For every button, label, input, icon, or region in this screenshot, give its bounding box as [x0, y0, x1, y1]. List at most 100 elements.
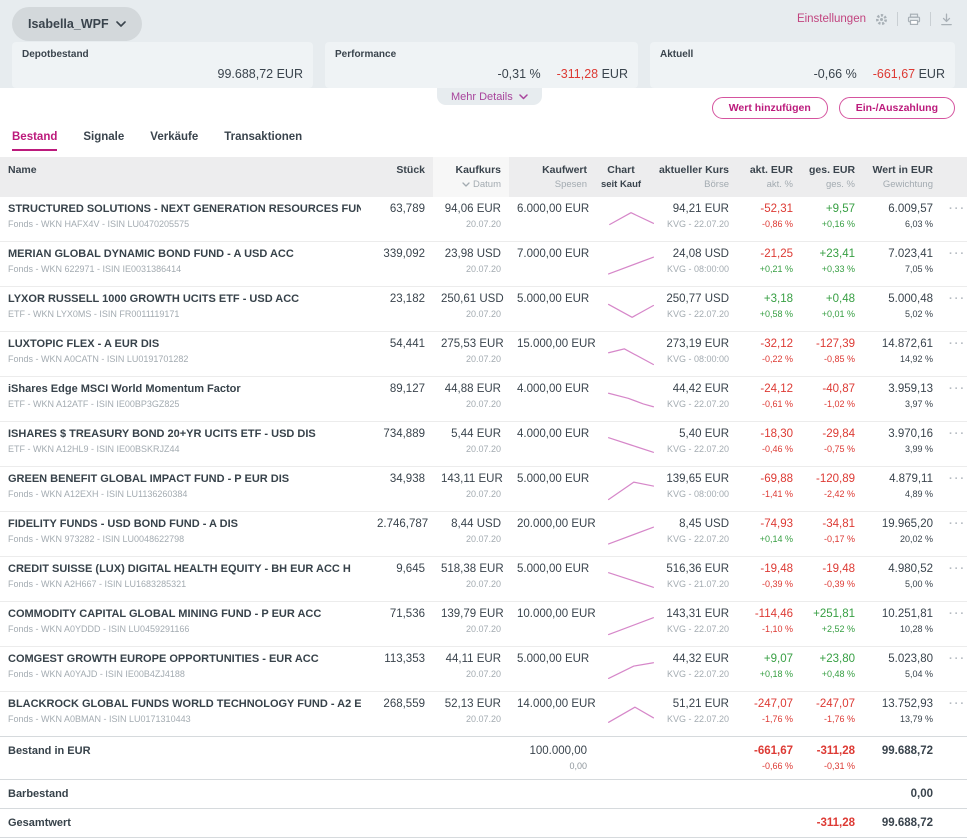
fund-name: COMMODITY CAPITAL GLOBAL MINING FUND - P… — [8, 608, 361, 620]
printer-icon[interactable] — [907, 13, 921, 26]
stueck-value: 34,938 — [377, 473, 425, 485]
gear-icon[interactable] — [875, 13, 888, 26]
fund-details: ETF - WKN A12HL9 - ISIN IE00BSKRJZ44 — [8, 444, 361, 454]
aktueller-kurs-value: 273,19 EUR — [655, 338, 729, 350]
tab-verkaeufe[interactable]: Verkäufe — [150, 131, 198, 151]
ges-eur-value: -247,07 — [809, 698, 855, 710]
ges-eur-value: +9,57 — [809, 203, 855, 215]
ges-eur-value: -40,87 — [809, 383, 855, 395]
boerse-info: KVG - 22.07.20 — [655, 219, 729, 229]
table-row[interactable]: STRUCTURED SOLUTIONS - NEXT GENERATION R… — [0, 197, 967, 242]
kaufkurs-value: 143,11 EUR — [441, 473, 501, 485]
kaufkurs-value: 44,88 EUR — [441, 383, 501, 395]
kaufkurs-value: 52,13 EUR — [441, 698, 501, 710]
tab-transaktionen[interactable]: Transaktionen — [224, 131, 302, 151]
gewichtung-value: 10,28 % — [871, 624, 933, 634]
row-menu-button[interactable]: ··· — [949, 653, 959, 665]
footer-akt-eur: -661,67 — [745, 745, 793, 757]
gewichtung-value: 14,92 % — [871, 354, 933, 364]
col-wert-in-eur[interactable]: Wert in EURGewichtung — [863, 157, 941, 197]
kaufwert-value: 5.000,00 EUR — [517, 293, 587, 305]
table-row[interactable]: GREEN BENEFIT GLOBAL IMPACT FUND - P EUR… — [0, 467, 967, 512]
row-menu-button[interactable]: ··· — [949, 293, 959, 305]
fund-name: MERIAN GLOBAL DYNAMIC BOND FUND - A USD … — [8, 248, 361, 260]
ges-eur-value: -120,89 — [809, 473, 855, 485]
table-header: Name Stück Kaufkurs Datum KaufwertSpesen… — [0, 157, 967, 197]
ges-pct-value: -1,76 % — [809, 714, 855, 724]
boerse-info: KVG - 08:00:00 — [655, 489, 729, 499]
ges-pct-value: +0,48 % — [809, 669, 855, 679]
stueck-value: 113,353 — [377, 653, 425, 665]
table-row[interactable]: LYXOR RUSSELL 1000 GROWTH UCITS ETF - US… — [0, 287, 967, 332]
fund-details: Fonds - WKN A12EXH - ISIN LU1136260384 — [8, 489, 361, 499]
settings-label[interactable]: Einstellungen — [797, 13, 866, 25]
ges-eur-value: +251,81 — [809, 608, 855, 620]
col-kaufwert[interactable]: KaufwertSpesen — [509, 157, 595, 197]
row-menu-button[interactable]: ··· — [949, 248, 959, 260]
ges-pct-value: -0,39 % — [809, 579, 855, 589]
akt-eur-value: -114,46 — [745, 608, 793, 620]
kaufkurs-value: 518,38 EUR — [441, 563, 501, 575]
table-row[interactable]: COMMODITY CAPITAL GLOBAL MINING FUND - P… — [0, 602, 967, 647]
tab-signale[interactable]: Signale — [83, 131, 124, 151]
ges-pct-value: +2,52 % — [809, 624, 855, 634]
row-menu-button[interactable]: ··· — [949, 338, 959, 350]
table-row[interactable]: LUXTOPIC FLEX - A EUR DISFonds - WKN A0C… — [0, 332, 967, 377]
stueck-value: 54,441 — [377, 338, 425, 350]
wert-value: 19.965,20 — [871, 518, 933, 530]
col-stueck[interactable]: Stück — [369, 157, 433, 197]
table-row[interactable]: CREDIT SUISSE (LUX) DIGITAL HEALTH EQUIT… — [0, 557, 967, 602]
barbestand-row: Barbestand 0,00 — [0, 780, 967, 809]
ges-eur-value: -34,81 — [809, 518, 855, 530]
stueck-value: 63,789 — [377, 203, 425, 215]
row-menu-button[interactable]: ··· — [949, 473, 959, 485]
row-menu-button[interactable]: ··· — [949, 518, 959, 530]
row-menu-button[interactable]: ··· — [949, 608, 959, 620]
col-akt-eur[interactable]: akt. EURakt. % — [737, 157, 801, 197]
gewichtung-value: 13,79 % — [871, 714, 933, 724]
fund-details: ETF - WKN LYX0MS - ISIN FR0011119171 — [8, 309, 361, 319]
gesamtwert-ges-eur: -311,28 — [809, 817, 855, 829]
download-icon[interactable] — [940, 13, 953, 26]
table-row[interactable]: iShares Edge MSCI World Momentum FactorE… — [0, 377, 967, 422]
col-ges-eur[interactable]: ges. EURges. % — [801, 157, 863, 197]
kaufwert-value: 7.000,00 EUR — [517, 248, 587, 260]
ges-pct-value: -0,17 % — [809, 534, 855, 544]
row-menu-button[interactable]: ··· — [949, 383, 959, 395]
card-label: Depotbestand — [22, 49, 89, 60]
fund-details: ETF - WKN A12ATF - ISIN IE00BP3GZ825 — [8, 399, 361, 409]
tab-bestand[interactable]: Bestand — [12, 131, 57, 151]
fund-name: LUXTOPIC FLEX - A EUR DIS — [8, 338, 361, 350]
summary-cards: Depotbestand 99.688,72 EUR Performance -… — [12, 42, 955, 88]
portfolio-selector[interactable]: Isabella_WPF — [12, 7, 142, 41]
col-name[interactable]: Name — [0, 157, 369, 197]
mehr-details-label: Mehr Details — [451, 91, 513, 103]
ein-auszahlung-button[interactable]: Ein-/Auszahlung — [839, 97, 955, 119]
mehr-details-toggle[interactable]: Mehr Details — [437, 88, 542, 105]
table-row[interactable]: FIDELITY FUNDS - USD BOND FUND - A DISFo… — [0, 512, 967, 557]
row-menu-button[interactable]: ··· — [949, 203, 959, 215]
kaufwert-value: 5.000,00 EUR — [517, 653, 587, 665]
col-kaufkurs[interactable]: Kaufkurs Datum — [433, 157, 509, 197]
col-chart[interactable]: Chartseit Kauf — [595, 157, 647, 197]
footer-wert: 99.688,72 — [871, 745, 933, 757]
wert-hinzufuegen-button[interactable]: Wert hinzufügen — [712, 97, 828, 119]
holdings-body: STRUCTURED SOLUTIONS - NEXT GENERATION R… — [0, 197, 967, 737]
fund-details: Fonds - WKN 622971 - ISIN IE0031386414 — [8, 264, 361, 274]
table-row[interactable]: BLACKROCK GLOBAL FUNDS WORLD TECHNOLOGY … — [0, 692, 967, 737]
sort-chevron-icon — [462, 182, 470, 187]
aktueller-kurs-value: 8,45 USD — [655, 518, 729, 530]
fund-details: Fonds - WKN A0YAJD - ISIN IE00B4ZJ4188 — [8, 669, 361, 679]
stueck-value: 71,536 — [377, 608, 425, 620]
performance-percent: -0,31 % — [498, 67, 541, 81]
wert-value: 14.872,61 — [871, 338, 933, 350]
table-row[interactable]: MERIAN GLOBAL DYNAMIC BOND FUND - A USD … — [0, 242, 967, 287]
table-row[interactable]: ISHARES $ TREASURY BOND 20+YR UCITS ETF … — [0, 422, 967, 467]
row-menu-button[interactable]: ··· — [949, 698, 959, 710]
col-aktueller-kurs[interactable]: aktueller KursBörse — [647, 157, 737, 197]
ges-pct-value: +0,33 % — [809, 264, 855, 274]
table-row[interactable]: COMGEST GROWTH EUROPE OPPORTUNITIES - EU… — [0, 647, 967, 692]
kaufkurs-value: 44,11 EUR — [441, 653, 501, 665]
row-menu-button[interactable]: ··· — [949, 428, 959, 440]
row-menu-button[interactable]: ··· — [949, 563, 959, 575]
